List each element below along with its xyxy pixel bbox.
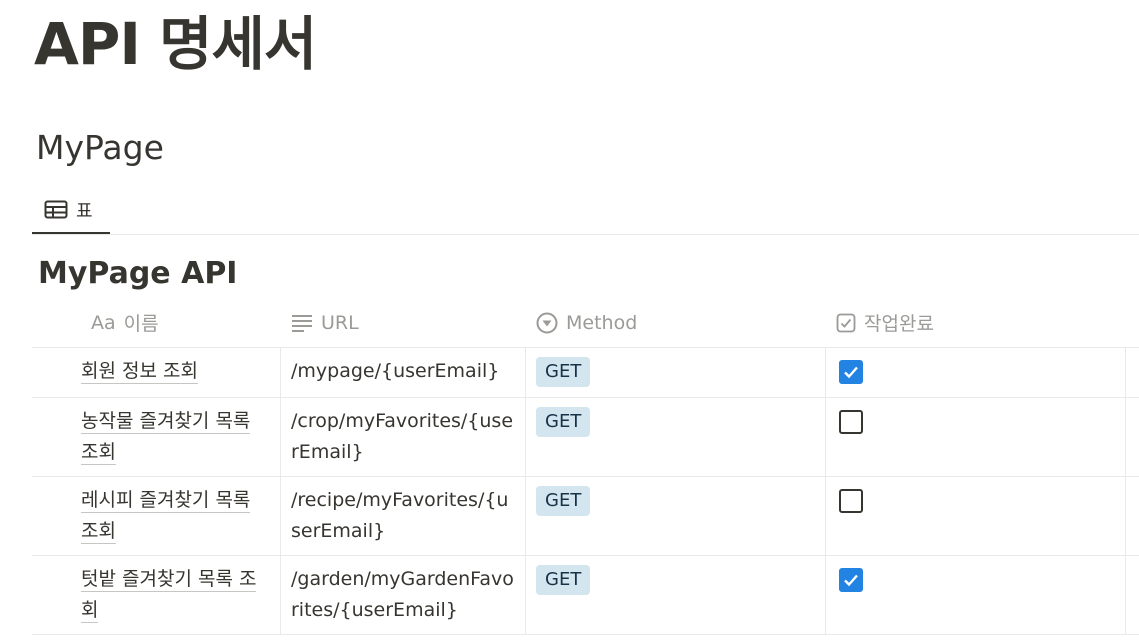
column-header-done[interactable]: 작업완료: [826, 298, 1126, 347]
cell-done: [826, 348, 1126, 397]
column-header-url[interactable]: URL: [281, 298, 526, 347]
method-tag: GET: [536, 486, 591, 516]
cell-url[interactable]: /mypage/{userEmail}: [281, 348, 526, 397]
column-label-done: 작업완료: [864, 313, 934, 335]
database-table: Aa 이름 URL Method 작업완료 회원 정보 조회 /mypage/{…: [32, 298, 1139, 635]
url-value: /garden/myGardenFavorites/{userEmail}: [291, 568, 514, 621]
cell-name[interactable]: 회원 정보 조회: [32, 348, 281, 397]
tab-label: 표: [76, 201, 93, 222]
tab-divider: [32, 234, 1139, 235]
done-checkbox[interactable]: [839, 360, 863, 384]
row-title[interactable]: 회원 정보 조회: [81, 360, 198, 384]
table-row[interactable]: 텃밭 즐겨찾기 목록 조회 /garden/myGardenFavorites/…: [32, 556, 1139, 635]
method-tag: GET: [536, 407, 591, 437]
row-title[interactable]: 텃밭 즐겨찾기 목록 조회: [81, 568, 257, 623]
cell-name[interactable]: 레시피 즐겨찾기 목록 조회: [32, 477, 281, 555]
cell-method[interactable]: GET: [526, 348, 826, 397]
cell-extra: [1126, 556, 1139, 634]
cell-extra: [1126, 348, 1139, 397]
page-title: API 명세서: [34, 10, 317, 78]
cell-method[interactable]: GET: [526, 398, 826, 476]
column-label-name: 이름: [123, 313, 159, 335]
done-checkbox[interactable]: [839, 489, 863, 513]
table-row[interactable]: 농작물 즐겨찾기 목록 조회 /crop/myFavorites/{userEm…: [32, 398, 1139, 477]
method-tag: GET: [536, 565, 591, 595]
cell-method[interactable]: GET: [526, 556, 826, 634]
cell-extra: [1126, 398, 1139, 476]
url-value: /crop/myFavorites/{userEmail}: [291, 410, 514, 463]
table-header: Aa 이름 URL Method 작업완료: [32, 298, 1139, 348]
column-header-extra: [1126, 298, 1139, 347]
cell-done: [826, 398, 1126, 476]
check-icon: [844, 574, 858, 587]
table-row[interactable]: 레시피 즐겨찾기 목록 조회 /recipe/myFavorites/{user…: [32, 477, 1139, 556]
tab-table-view[interactable]: 표: [32, 188, 110, 234]
cell-done: [826, 556, 1126, 634]
cell-method[interactable]: GET: [526, 477, 826, 555]
text-lines-icon: [291, 314, 313, 332]
column-header-name[interactable]: Aa 이름: [32, 298, 281, 347]
table-icon: [44, 200, 68, 220]
database-title[interactable]: MyPage API: [38, 254, 237, 294]
done-checkbox[interactable]: [839, 568, 863, 592]
done-checkbox[interactable]: [839, 410, 863, 434]
cell-url[interactable]: /crop/myFavorites/{userEmail}: [281, 398, 526, 476]
check-icon: [844, 366, 858, 379]
select-icon: [536, 312, 558, 334]
cell-name[interactable]: 텃밭 즐겨찾기 목록 조회: [32, 556, 281, 634]
cell-name[interactable]: 농작물 즐겨찾기 목록 조회: [32, 398, 281, 476]
checkbox-icon: [836, 313, 856, 333]
method-tag: GET: [536, 357, 591, 387]
cell-extra: [1126, 477, 1139, 555]
row-title[interactable]: 레시피 즐겨찾기 목록 조회: [81, 489, 251, 544]
column-label-method: Method: [566, 311, 638, 334]
cell-done: [826, 477, 1126, 555]
table-row[interactable]: 회원 정보 조회 /mypage/{userEmail} GET: [32, 348, 1139, 398]
row-title[interactable]: 농작물 즐겨찾기 목록 조회: [81, 410, 251, 465]
url-value: /recipe/myFavorites/{userEmail}: [291, 489, 509, 542]
column-header-method[interactable]: Method: [526, 298, 826, 347]
column-label-url: URL: [321, 311, 359, 334]
url-value: /mypage/{userEmail}: [291, 360, 500, 382]
cell-url[interactable]: /garden/myGardenFavorites/{userEmail}: [281, 556, 526, 634]
section-title: MyPage: [36, 128, 164, 167]
text-type-icon: Aa: [91, 311, 116, 334]
cell-url[interactable]: /recipe/myFavorites/{userEmail}: [281, 477, 526, 555]
